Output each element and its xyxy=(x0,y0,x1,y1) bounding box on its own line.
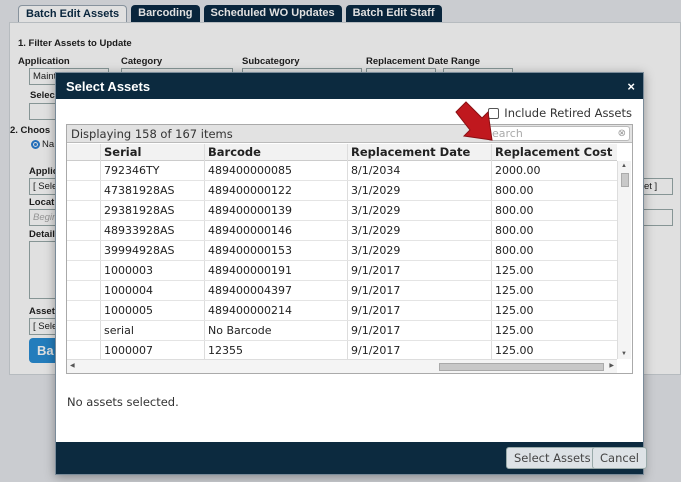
grid-header-row: Serial Barcode Replacement Date Replacem… xyxy=(67,144,617,161)
barcode-cell: 489400000153 xyxy=(204,241,347,260)
replacement-date-cell: 3/1/2029 xyxy=(347,181,491,200)
replacement-date-cell: 3/1/2029 xyxy=(347,221,491,240)
replacement-date-cell: 8/1/2034 xyxy=(347,161,491,180)
table-row[interactable]: 792346TY 489400000085 8/1/2034 2000.00 xyxy=(67,161,617,181)
display-count: Displaying 158 of 167 items xyxy=(71,127,233,141)
serial-cell: 1000005 xyxy=(100,301,204,320)
horizontal-scrollbar[interactable]: ◀ ▶ xyxy=(67,359,617,373)
scroll-up-icon[interactable]: ▲ xyxy=(621,163,627,169)
selection-status: No assets selected. xyxy=(67,395,179,409)
barcode-cell: 489400000214 xyxy=(204,301,347,320)
serial-cell: 1000007 xyxy=(100,341,204,359)
replacement-date-cell: 3/1/2029 xyxy=(347,241,491,260)
replacement-cost-cell: 800.00 xyxy=(491,201,617,220)
header-replacement-date[interactable]: Replacement Date xyxy=(347,144,491,161)
modal-footer: Select Assets Cancel xyxy=(56,442,647,474)
replacement-date-cell: 3/1/2029 xyxy=(347,201,491,220)
replacement-cost-cell: 125.00 xyxy=(491,301,617,320)
replacement-cost-cell: 125.00 xyxy=(491,321,617,340)
table-row[interactable]: 1000003 489400000191 9/1/2017 125.00 xyxy=(67,261,617,281)
barcode-cell: 489400000191 xyxy=(204,261,347,280)
serial-cell: 48933928AS xyxy=(100,221,204,240)
header-serial[interactable]: Serial xyxy=(100,144,204,161)
grid-toolbar: Displaying 158 of 167 items earch ⊗ xyxy=(67,125,632,143)
replacement-cost-cell: 800.00 xyxy=(491,221,617,240)
table-row[interactable]: serial No Barcode 9/1/2017 125.00 xyxy=(67,321,617,341)
replacement-date-cell: 9/1/2017 xyxy=(347,261,491,280)
table-row[interactable]: 1000004 489400004397 9/1/2017 125.00 xyxy=(67,281,617,301)
replacement-date-cell: 9/1/2017 xyxy=(347,281,491,300)
replacement-date-cell: 9/1/2017 xyxy=(347,341,491,359)
barcode-cell: 489400000122 xyxy=(204,181,347,200)
table-row[interactable]: 1000007 12355 9/1/2017 125.00 xyxy=(67,341,617,359)
serial-cell: 47381928AS xyxy=(100,181,204,200)
assets-grid: Displaying 158 of 167 items earch ⊗ Seri… xyxy=(66,124,633,374)
serial-cell: 39994928AS xyxy=(100,241,204,260)
replacement-cost-cell: 2000.00 xyxy=(491,161,617,180)
table-row[interactable]: 39994928AS 489400000153 3/1/2029 800.00 xyxy=(67,241,617,261)
close-icon[interactable]: × xyxy=(627,79,635,94)
grid-body: 792346TY 489400000085 8/1/2034 2000.00 47381… xyxy=(67,161,617,359)
replacement-cost-cell: 800.00 xyxy=(491,241,617,260)
replacement-cost-cell: 125.00 xyxy=(491,281,617,300)
barcode-cell: 12355 xyxy=(204,341,347,359)
barcode-cell: 489400000085 xyxy=(204,161,347,180)
table-row[interactable]: 48933928AS 489400000146 3/1/2029 800.00 xyxy=(67,221,617,241)
select-assets-modal: Select Assets × Include Retired Assets D… xyxy=(55,72,647,475)
clear-icon[interactable]: ⊗ xyxy=(618,127,626,140)
red-arrow-icon xyxy=(455,101,493,141)
scroll-right-icon[interactable]: ▶ xyxy=(609,362,614,369)
barcode-cell: 489400000146 xyxy=(204,221,347,240)
vertical-scroll-thumb[interactable] xyxy=(621,173,629,187)
scroll-down-icon[interactable]: ▼ xyxy=(621,351,627,357)
replacement-cost-cell: 125.00 xyxy=(491,261,617,280)
table-row[interactable]: 29381928AS 489400000139 3/1/2029 800.00 xyxy=(67,201,617,221)
modal-header: Select Assets × xyxy=(56,73,643,99)
barcode-cell: No Barcode xyxy=(204,321,347,340)
barcode-cell: 489400004397 xyxy=(204,281,347,300)
serial-cell: 1000004 xyxy=(100,281,204,300)
table-row[interactable]: 1000005 489400000214 9/1/2017 125.00 xyxy=(67,301,617,321)
replacement-cost-cell: 125.00 xyxy=(491,341,617,359)
replacement-date-cell: 9/1/2017 xyxy=(347,301,491,320)
header-replacement-cost[interactable]: Replacement Cost xyxy=(491,144,617,161)
select-assets-button[interactable]: Select Assets xyxy=(506,447,599,469)
cancel-button[interactable]: Cancel xyxy=(592,447,647,469)
vertical-scrollbar[interactable]: ▲ ▼ xyxy=(617,161,631,359)
include-retired-toggle[interactable]: Include Retired Assets xyxy=(488,106,632,120)
serial-cell: 1000003 xyxy=(100,261,204,280)
search-input[interactable]: earch ⊗ xyxy=(488,126,630,141)
scroll-left-icon[interactable]: ◀ xyxy=(70,362,75,369)
table-row[interactable]: 47381928AS 489400000122 3/1/2029 800.00 xyxy=(67,181,617,201)
serial-cell: 792346TY xyxy=(100,161,204,180)
horizontal-scroll-thumb[interactable] xyxy=(439,363,604,371)
barcode-cell: 489400000139 xyxy=(204,201,347,220)
replacement-date-cell: 9/1/2017 xyxy=(347,321,491,340)
serial-cell: 29381928AS xyxy=(100,201,204,220)
replacement-cost-cell: 800.00 xyxy=(491,181,617,200)
header-barcode[interactable]: Barcode xyxy=(204,144,347,161)
serial-cell: serial xyxy=(100,321,204,340)
modal-title: Select Assets xyxy=(66,78,151,94)
include-retired-label: Include Retired Assets xyxy=(504,106,632,120)
